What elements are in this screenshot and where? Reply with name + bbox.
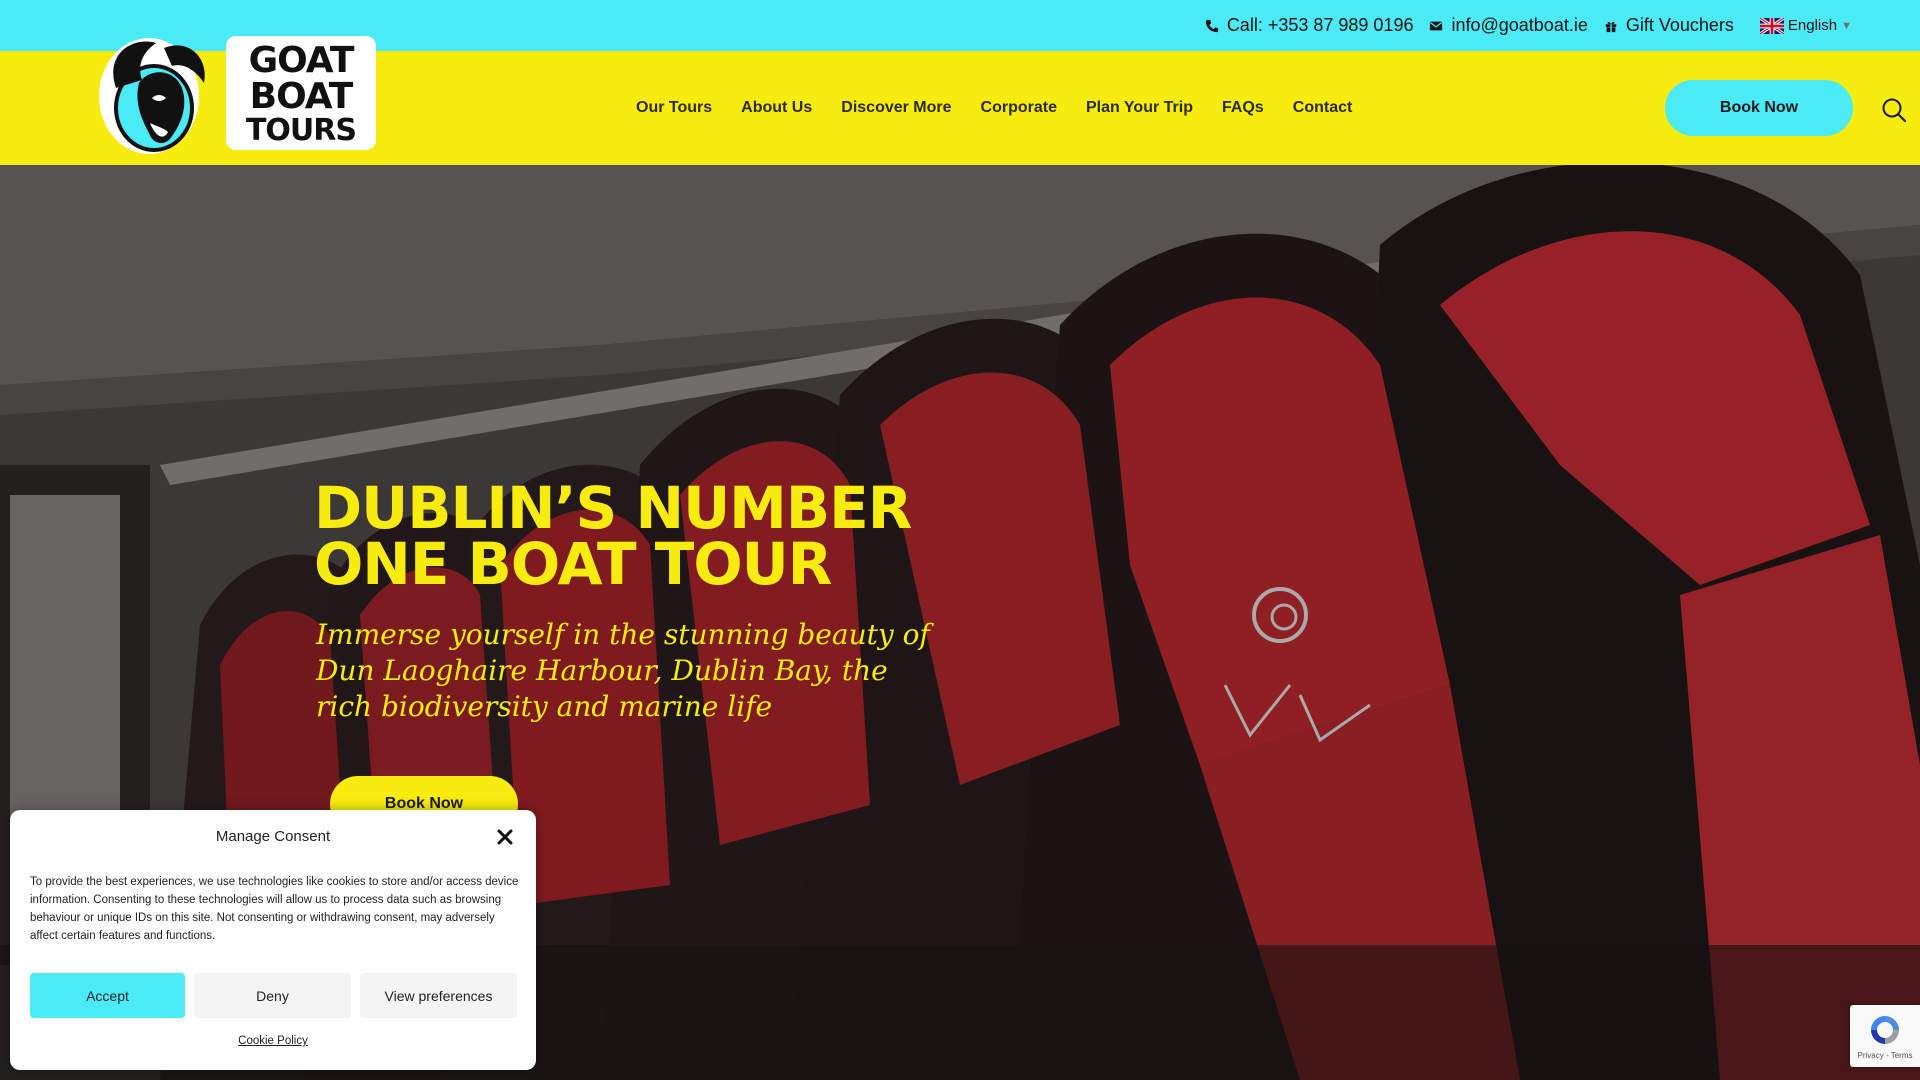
phone-icon	[1205, 19, 1218, 32]
svg-text:TOURS: TOURS	[246, 113, 356, 148]
svg-text:GOAT: GOAT	[249, 40, 355, 81]
nav-item-our-tours[interactable]: Our Tours	[636, 99, 712, 117]
gift-icon	[1605, 21, 1617, 32]
header-book-now-button[interactable]: Book Now	[1665, 80, 1853, 136]
nav-item-contact[interactable]: Contact	[1293, 99, 1353, 117]
goat-boat-tours-logo[interactable]: GOAT BOAT TOURS	[94, 28, 384, 158]
language-label: English	[1787, 17, 1838, 34]
hero-title-line-2: ONE BOAT TOUR	[314, 530, 832, 598]
close-icon[interactable]	[496, 828, 514, 846]
email-link[interactable]: info@goatboat.ie	[1429, 15, 1588, 36]
goat-mascot-icon	[99, 38, 205, 154]
gift-vouchers-label: Gift Vouchers	[1625, 15, 1734, 35]
recaptcha-icon	[1871, 1016, 1899, 1044]
view-preferences-button[interactable]: View preferences	[360, 973, 517, 1018]
accept-button[interactable]: Accept	[30, 973, 185, 1018]
nav-item-faqs[interactable]: FAQs	[1222, 99, 1264, 117]
envelope-icon	[1430, 21, 1443, 30]
phone-link[interactable]: Call: +353 87 989 0196	[1205, 15, 1414, 36]
uk-flag-icon	[1759, 17, 1784, 34]
logo-wordmark: GOAT BOAT TOURS	[226, 36, 376, 150]
hero-title: DUBLIN’S NUMBER ONE BOAT TOUR	[314, 479, 1014, 593]
recaptcha-badge[interactable]: Privacy - Terms	[1850, 1005, 1920, 1067]
consent-title: Manage Consent	[215, 828, 331, 845]
main-navigation: Our Tours About Us Discover More Corpora…	[636, 51, 1381, 165]
consent-description: To provide the best experiences, we use …	[30, 876, 519, 942]
language-selector[interactable]: English ▼	[1759, 17, 1852, 34]
cookie-policy-link[interactable]: Cookie Policy	[10, 1035, 536, 1047]
nav-item-plan-your-trip[interactable]: Plan Your Trip	[1086, 99, 1193, 117]
hero-subtitle: Immerse yourself in the stunning beauty …	[316, 618, 930, 723]
phone-label: Call: +353 87 989 0196	[1226, 15, 1414, 35]
chevron-down-icon: ▼	[1841, 19, 1852, 32]
cookie-consent-dialog: Manage Consent To provide the best exper…	[10, 810, 536, 1070]
gift-vouchers-link[interactable]: Gift Vouchers	[1604, 15, 1734, 36]
email-label: info@goatboat.ie	[1451, 15, 1588, 35]
recaptcha-links[interactable]: Privacy - Terms	[1850, 1051, 1920, 1060]
nav-item-about-us[interactable]: About Us	[741, 99, 812, 117]
search-icon[interactable]	[1881, 97, 1907, 123]
svg-text:BOAT: BOAT	[250, 76, 354, 117]
nav-item-discover-more[interactable]: Discover More	[841, 99, 951, 117]
nav-item-corporate[interactable]: Corporate	[981, 99, 1057, 117]
deny-button[interactable]: Deny	[194, 973, 351, 1018]
